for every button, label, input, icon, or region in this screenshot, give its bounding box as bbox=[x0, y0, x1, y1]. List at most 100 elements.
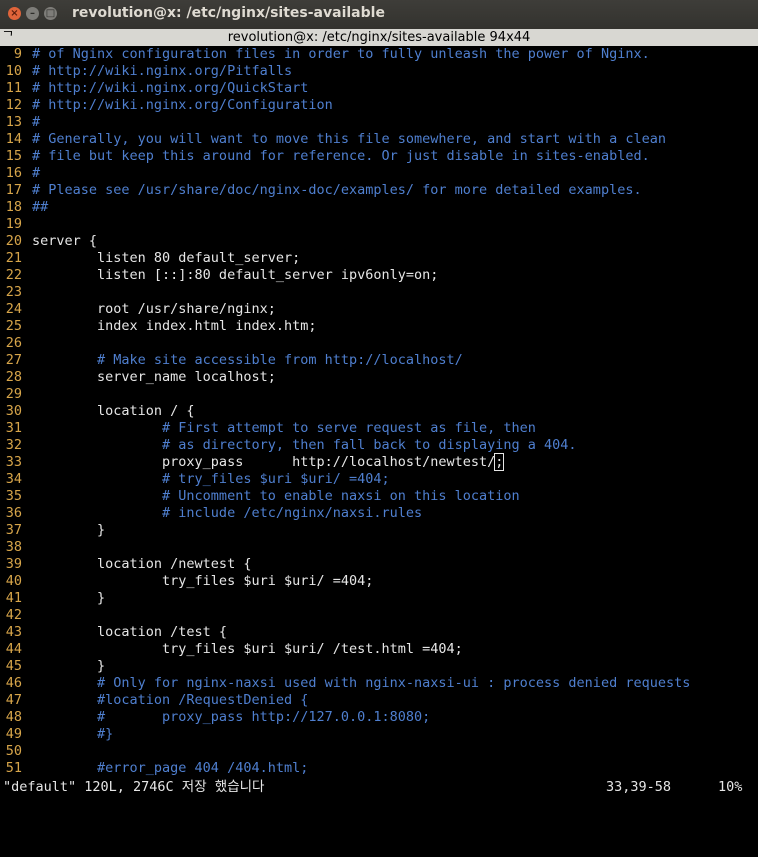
line-number: 22 bbox=[5, 267, 22, 283]
cursor-position: 33,39-58 bbox=[606, 779, 672, 795]
line-number: 49 bbox=[5, 726, 22, 742]
code-comment: ## bbox=[32, 199, 49, 215]
line-number: 44 bbox=[5, 641, 22, 657]
code-text: try_files $uri $uri/ /test.html =404; bbox=[32, 641, 463, 657]
code-line[interactable]: 32 # as directory, then fall back to dis… bbox=[0, 437, 758, 454]
code-line[interactable]: 12 # http://wiki.nginx.org/Configuration bbox=[0, 97, 758, 114]
code-line[interactable]: 51 #error_page 404 /404.html; bbox=[0, 760, 758, 777]
code-line[interactable]: 48 # proxy_pass http://127.0.0.1:8080; bbox=[0, 709, 758, 726]
line-number: 39 bbox=[5, 556, 22, 572]
line-number: 19 bbox=[5, 216, 22, 232]
line-number: 38 bbox=[5, 539, 22, 555]
window-title: revolution@x: /etc/nginx/sites-available bbox=[72, 5, 385, 21]
code-comment: # http://wiki.nginx.org/Pitfalls bbox=[32, 63, 293, 79]
code-line[interactable]: 15 # file but keep this around for refere… bbox=[0, 148, 758, 165]
line-number: 12 bbox=[5, 97, 22, 113]
line-number: 23 bbox=[5, 284, 22, 300]
code-line[interactable]: 13 # bbox=[0, 114, 758, 131]
line-number: 46 bbox=[5, 675, 22, 691]
code-comment: # Uncomment to enable naxsi on this loca… bbox=[32, 488, 520, 504]
code-line[interactable]: 29 bbox=[0, 386, 758, 403]
code-line[interactable]: 28 server_name localhost; bbox=[0, 369, 758, 386]
terminal-title: revolution@x: /etc/nginx/sites-available… bbox=[227, 30, 531, 45]
code-line[interactable]: 26 bbox=[0, 335, 758, 352]
line-number: 16 bbox=[5, 165, 22, 181]
code-line[interactable]: 16 # bbox=[0, 165, 758, 182]
code-comment: # proxy_pass http://127.0.0.1:8080; bbox=[32, 709, 431, 725]
line-number: 28 bbox=[5, 369, 22, 385]
code-text: listen [::]:80 default_server ipv6only=o… bbox=[32, 267, 439, 283]
code-line[interactable]: 17 # Please see /usr/share/doc/nginx-doc/… bbox=[0, 182, 758, 199]
code-line[interactable]: 18 ## bbox=[0, 199, 758, 216]
code-line[interactable]: 37 } bbox=[0, 522, 758, 539]
line-number: 9 bbox=[13, 46, 22, 62]
code-text: try_files $uri $uri/ =404; bbox=[32, 573, 374, 589]
code-comment: # include /etc/nginx/naxsi.rules bbox=[32, 505, 423, 521]
code-text: } bbox=[32, 658, 106, 674]
code-line[interactable]: 22 listen [::]:80 default_server ipv6onl… bbox=[0, 267, 758, 284]
code-text: proxy_pass http://localhost/newtest/; bbox=[32, 453, 505, 471]
close-icon[interactable]: × bbox=[8, 7, 21, 20]
code-comment: #location /RequestDenied { bbox=[32, 692, 309, 708]
code-text: server { bbox=[32, 233, 98, 249]
code-line[interactable]: 10 # http://wiki.nginx.org/Pitfalls bbox=[0, 63, 758, 80]
code-line[interactable]: 50 bbox=[0, 743, 758, 760]
code-line[interactable]: 27 # Make site accessible from http://lo… bbox=[0, 352, 758, 369]
code-text: listen 80 default_server; bbox=[32, 250, 301, 266]
code-line[interactable]: 36 # include /etc/nginx/naxsi.rules bbox=[0, 505, 758, 522]
code-line[interactable]: 14 # Generally, you will want to move thi… bbox=[0, 131, 758, 148]
code-text: proxy_pass http://localhost/newtest/ bbox=[32, 454, 496, 470]
line-number: 26 bbox=[5, 335, 22, 351]
code-line[interactable]: 49 #} bbox=[0, 726, 758, 743]
code-line[interactable]: 25 index index.html index.htm; bbox=[0, 318, 758, 335]
line-number: 50 bbox=[5, 743, 22, 759]
code-line[interactable]: 35 # Uncomment to enable naxsi on this l… bbox=[0, 488, 758, 505]
line-number: 17 bbox=[5, 182, 22, 198]
code-line[interactable]: 34 # try_files $uri $uri/ =404; bbox=[0, 471, 758, 488]
line-number: 18 bbox=[5, 199, 22, 215]
code-comment: # Please see /usr/share/doc/nginx-doc/ex… bbox=[32, 182, 642, 198]
line-number: 51 bbox=[5, 760, 22, 776]
code-line[interactable]: 19 bbox=[0, 216, 758, 233]
code-line[interactable]: 43 location /test { bbox=[0, 624, 758, 641]
code-line[interactable]: 45 } bbox=[0, 658, 758, 675]
code-line[interactable]: 44 try_files $uri $uri/ /test.html =404; bbox=[0, 641, 758, 658]
code-line[interactable]: 39 location /newtest { bbox=[0, 556, 758, 573]
code-line[interactable]: 46 # Only for nginx-naxsi used with ngin… bbox=[0, 675, 758, 692]
code-line[interactable]: 31 # First attempt to serve request as f… bbox=[0, 420, 758, 437]
code-line[interactable]: 38 bbox=[0, 539, 758, 556]
code-line[interactable]: 9 # of Nginx configuration files in order… bbox=[0, 46, 758, 63]
scroll-percent: 10% bbox=[718, 779, 743, 795]
code-line[interactable]: 42 bbox=[0, 607, 758, 624]
code-line[interactable]: 20 server { bbox=[0, 233, 758, 250]
line-number: 48 bbox=[5, 709, 22, 725]
code-comment: # file but keep this around for referenc… bbox=[32, 148, 650, 164]
code-line[interactable]: 24 root /usr/share/nginx; bbox=[0, 301, 758, 318]
code-comment: # of Nginx configuration files in order … bbox=[32, 46, 650, 62]
code-comment: #} bbox=[32, 726, 114, 742]
code-line[interactable]: 23 bbox=[0, 284, 758, 301]
code-text: location / { bbox=[32, 403, 195, 419]
code-line[interactable]: 40 try_files $uri $uri/ =404; bbox=[0, 573, 758, 590]
editor-text-area[interactable]: 9 # of Nginx configuration files in order… bbox=[0, 46, 758, 777]
code-line[interactable]: 41 } bbox=[0, 590, 758, 607]
minimize-icon[interactable]: – bbox=[26, 7, 39, 20]
code-comment: # try_files $uri $uri/ =404; bbox=[32, 471, 390, 487]
code-comment: # as directory, then fall back to displa… bbox=[32, 437, 577, 453]
line-number: 34 bbox=[5, 471, 22, 487]
code-line[interactable]: 11 # http://wiki.nginx.org/QuickStart bbox=[0, 80, 758, 97]
line-number: 14 bbox=[5, 131, 22, 147]
code-line[interactable]: 33 proxy_pass http://localhost/newtest/; bbox=[0, 453, 758, 471]
line-number: 10 bbox=[5, 63, 22, 79]
code-comment: # First attempt to serve request as file… bbox=[32, 420, 536, 436]
code-line[interactable]: 21 listen 80 default_server; bbox=[0, 250, 758, 267]
code-line[interactable]: 47 #location /RequestDenied { bbox=[0, 692, 758, 709]
code-line[interactable]: 30 location / { bbox=[0, 403, 758, 420]
code-text: root /usr/share/nginx; bbox=[32, 301, 276, 317]
line-number: 35 bbox=[5, 488, 22, 504]
code-comment: # bbox=[32, 114, 41, 130]
maximize-icon[interactable]: □ bbox=[44, 7, 57, 20]
code-comment: # Only for nginx-naxsi used with nginx-n… bbox=[32, 675, 691, 691]
status-message: "default" 120L, 2746C 저장 했습니다 bbox=[3, 779, 265, 795]
line-number: 40 bbox=[5, 573, 22, 589]
